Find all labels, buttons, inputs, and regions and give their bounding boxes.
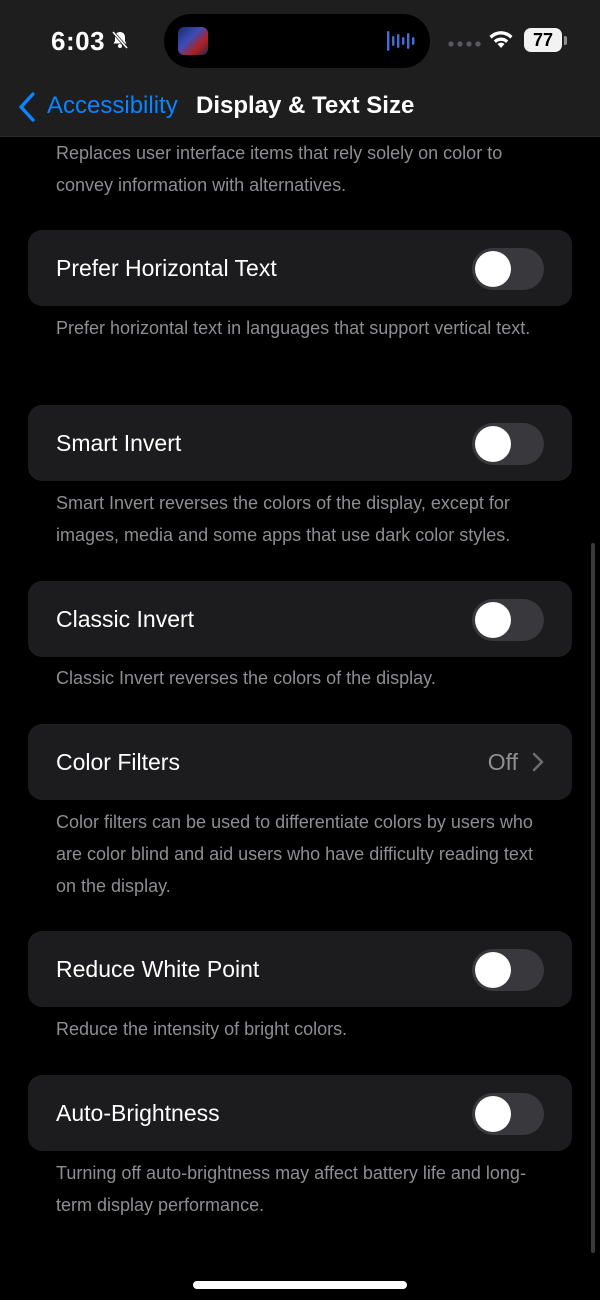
toggle-knob xyxy=(475,952,511,988)
bell-slash-icon xyxy=(111,31,129,49)
auto-brightness-footer: Turning off auto-brightness may affect b… xyxy=(56,1163,526,1215)
back-button[interactable]: Accessibility xyxy=(47,92,178,120)
smart-invert-toggle[interactable] xyxy=(472,423,544,465)
auto-brightness-label: Auto-Brightness xyxy=(56,1100,220,1126)
prefer-horizontal-text-row[interactable]: Prefer Horizontal Text xyxy=(28,230,572,306)
reduce-white-point-toggle[interactable] xyxy=(472,949,544,991)
classic-invert-footer: Classic Invert reverses the colors of th… xyxy=(56,668,436,688)
prefer-horizontal-text-toggle[interactable] xyxy=(472,248,544,290)
navigation-bar: Accessibility Display & Text Size xyxy=(0,80,600,136)
classic-invert-row[interactable]: Classic Invert xyxy=(28,581,572,657)
auto-brightness-toggle[interactable] xyxy=(472,1093,544,1135)
reduce-white-point-footer: Reduce the intensity of bright colors. xyxy=(56,1019,348,1039)
dynamic-island[interactable] xyxy=(164,14,430,68)
smart-invert-footer: Smart Invert reverses the colors of the … xyxy=(56,493,511,545)
signal-dots-icon xyxy=(448,41,481,47)
home-indicator[interactable] xyxy=(193,1281,407,1289)
toggle-knob xyxy=(475,426,511,462)
toggle-knob xyxy=(475,1096,511,1132)
classic-invert-toggle[interactable] xyxy=(472,599,544,641)
smart-invert-label: Smart Invert xyxy=(56,430,182,456)
auto-brightness-row[interactable]: Auto-Brightness xyxy=(28,1075,572,1151)
audio-waveform-icon xyxy=(387,31,415,51)
smart-invert-row[interactable]: Smart Invert xyxy=(28,405,572,481)
wifi-icon xyxy=(489,31,513,48)
header: 6:03 77 Accessibility Display & Text Siz… xyxy=(0,0,600,137)
battery-cap xyxy=(564,36,567,45)
color-filters-label: Color Filters xyxy=(56,749,180,775)
chevron-right-icon xyxy=(532,752,544,772)
chevron-left-icon[interactable] xyxy=(16,91,38,123)
prefer-horizontal-text-footer: Prefer horizontal text in languages that… xyxy=(56,318,531,338)
page-title: Display & Text Size xyxy=(196,92,415,119)
toggle-knob xyxy=(475,602,511,638)
differentiate-without-color-footer: Replaces user interface items that rely … xyxy=(56,143,503,195)
battery-icon: 77 xyxy=(524,28,562,52)
color-filters-value: Off xyxy=(487,749,518,775)
classic-invert-label: Classic Invert xyxy=(56,606,195,632)
reduce-white-point-row[interactable]: Reduce White Point xyxy=(28,931,572,1007)
now-playing-artwork xyxy=(178,27,208,55)
color-filters-footer: Color filters can be used to differentia… xyxy=(56,812,533,896)
prefer-horizontal-text-label: Prefer Horizontal Text xyxy=(56,255,277,281)
scrollbar[interactable] xyxy=(591,543,595,1253)
color-filters-row[interactable]: Color Filters Off xyxy=(28,724,572,800)
reduce-white-point-label: Reduce White Point xyxy=(56,956,260,982)
status-time: 6:03 xyxy=(51,26,106,56)
toggle-knob xyxy=(475,251,511,287)
status-bar: 6:03 77 xyxy=(0,0,600,80)
